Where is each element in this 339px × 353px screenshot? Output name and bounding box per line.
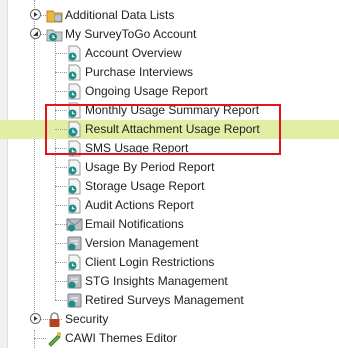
tree-item-client-login-restrictions[interactable]: Client Login Restrictions bbox=[0, 253, 339, 272]
tree-item-audit-actions-report[interactable]: Audit Actions Report bbox=[0, 196, 339, 215]
usage-by-period-report-icon bbox=[66, 159, 83, 176]
tree-item-storage-usage-report[interactable]: Storage Usage Report bbox=[0, 177, 339, 196]
tree-item-email-notifications[interactable]: Email Notifications bbox=[0, 215, 339, 234]
account-overview-icon bbox=[66, 45, 83, 62]
purchase-interviews-icon bbox=[66, 64, 83, 81]
tree-item-ongoing-usage-report[interactable]: Ongoing Usage Report bbox=[0, 82, 339, 101]
expand-toggle[interactable] bbox=[30, 313, 41, 324]
collapse-toggle[interactable] bbox=[30, 28, 41, 39]
audit-actions-report-icon bbox=[66, 197, 83, 214]
tree-item-label: Usage By Period Report bbox=[85, 160, 215, 174]
storage-usage-report-icon bbox=[66, 178, 83, 195]
tree-item-label: Email Notifications bbox=[85, 217, 184, 231]
security-lock-icon bbox=[46, 311, 63, 328]
tree-item-label: Retired Surveys Management bbox=[85, 293, 244, 307]
tree-item-label: STG Insights Management bbox=[85, 274, 228, 288]
tree-item-label: Client Login Restrictions bbox=[85, 255, 215, 269]
folder-data-lists-icon bbox=[46, 7, 63, 24]
tree-item-usage-by-period-report[interactable]: Usage By Period Report bbox=[0, 158, 339, 177]
version-management-icon bbox=[66, 235, 83, 252]
settings-tree: Additional Data Lists My SurveyToGo Acco… bbox=[0, 0, 339, 348]
tree-item-label: Purchase Interviews bbox=[85, 65, 194, 79]
client-login-restrictions-icon bbox=[66, 254, 83, 271]
tree-item-cawi-themes-editor[interactable]: CAWI Themes Editor bbox=[0, 329, 339, 348]
tree-item-label: Audit Actions Report bbox=[85, 198, 194, 212]
email-notifications-icon bbox=[66, 216, 83, 233]
tree-item-account-overview[interactable]: Account Overview bbox=[0, 44, 339, 63]
tree-item-label: Account Overview bbox=[85, 46, 182, 60]
tree-item-label: Storage Usage Report bbox=[85, 179, 205, 193]
tree-item-stg-insights-management[interactable]: STG Insights Management bbox=[0, 272, 339, 291]
cawi-themes-editor-icon bbox=[46, 330, 63, 347]
tree-item-retired-surveys-management[interactable]: Retired Surveys Management bbox=[0, 291, 339, 310]
tree-item-label: My SurveyToGo Account bbox=[65, 27, 197, 41]
tree-item-additional-data-lists[interactable]: Additional Data Lists bbox=[0, 6, 339, 25]
tree-item-my-surveytogo-account[interactable]: My SurveyToGo Account bbox=[0, 25, 339, 44]
ongoing-usage-report-icon bbox=[66, 83, 83, 100]
expand-toggle[interactable] bbox=[30, 9, 41, 20]
tree-item-label: Ongoing Usage Report bbox=[85, 84, 208, 98]
insights-management-icon bbox=[66, 273, 83, 290]
tree-item-label: Version Management bbox=[85, 236, 199, 250]
tree-item-label: CAWI Themes Editor bbox=[65, 331, 178, 345]
tree-item-purchase-interviews[interactable]: Purchase Interviews bbox=[0, 63, 339, 82]
retired-surveys-icon bbox=[66, 292, 83, 309]
tree-item-version-management[interactable]: Version Management bbox=[0, 234, 339, 253]
highlight-box bbox=[45, 104, 281, 155]
account-folder-icon bbox=[46, 26, 63, 43]
tree-item-label: Security bbox=[65, 312, 109, 326]
tree-item-label: Additional Data Lists bbox=[65, 8, 175, 22]
tree-item-security[interactable]: Security bbox=[0, 310, 339, 329]
